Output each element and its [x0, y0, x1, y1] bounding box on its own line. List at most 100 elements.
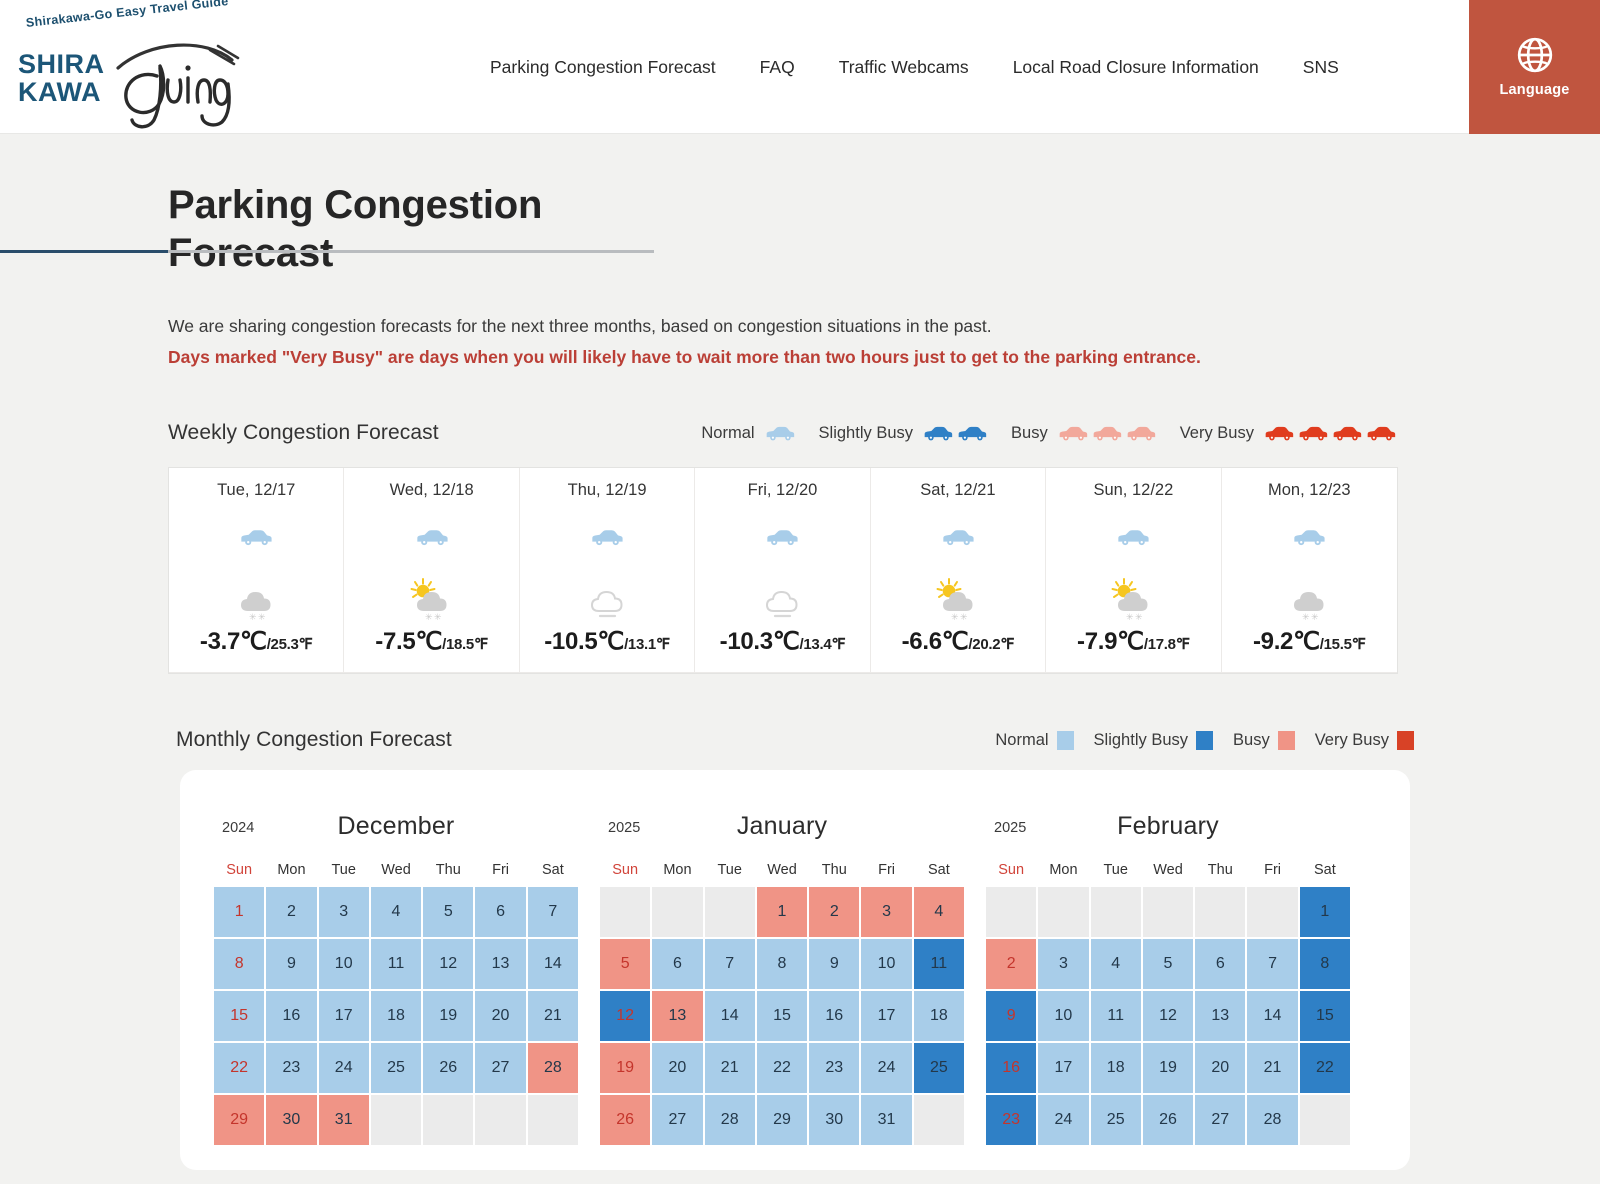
calendar-day-cell[interactable]: 18 — [1090, 1043, 1141, 1093]
calendar-day-cell[interactable]: 2 — [809, 887, 860, 937]
calendar-day-cell[interactable]: 12 — [1142, 991, 1194, 1041]
calendar-day-cell[interactable]: 1 — [1299, 887, 1350, 937]
calendar-day-cell[interactable]: 17 — [318, 991, 369, 1041]
calendar-day-cell[interactable]: 13 — [475, 939, 526, 989]
nav-item-sns[interactable]: SNS — [1281, 51, 1361, 84]
calendar-day-cell[interactable]: 1 — [214, 887, 265, 937]
calendar-day-cell[interactable]: 30 — [266, 1095, 317, 1145]
calendar-day-cell[interactable]: 9 — [266, 939, 317, 989]
calendar-day-cell[interactable]: 22 — [1299, 1043, 1350, 1093]
calendar-day-cell[interactable]: 3 — [318, 887, 369, 937]
calendar-day-cell[interactable]: 16 — [266, 991, 317, 1041]
calendar-day-cell[interactable]: 2 — [266, 887, 317, 937]
calendar-day-cell[interactable]: 5 — [600, 939, 651, 989]
calendar-day-cell[interactable]: 18 — [370, 991, 422, 1041]
nav-item-faq[interactable]: FAQ — [738, 51, 817, 84]
calendar-day-cell[interactable]: 3 — [1038, 939, 1089, 989]
calendar-day-cell[interactable]: 21 — [527, 991, 578, 1041]
calendar-day-cell[interactable]: 15 — [1299, 991, 1350, 1041]
calendar-day-cell[interactable]: 4 — [370, 887, 422, 937]
calendar-day-cell[interactable]: 14 — [704, 991, 755, 1041]
calendar-day-cell[interactable]: 27 — [475, 1043, 526, 1093]
calendar-day-cell[interactable]: 1 — [756, 887, 808, 937]
calendar-day-cell[interactable]: 13 — [1195, 991, 1246, 1041]
calendar-day-cell[interactable]: 4 — [1090, 939, 1141, 989]
weekly-day-column: Thu, 12/19 -10.5℃/13.1℉ — [519, 468, 696, 673]
calendar-day-cell[interactable]: 14 — [527, 939, 578, 989]
calendar-day-cell[interactable]: 24 — [318, 1043, 369, 1093]
calendar-day-cell[interactable]: 11 — [1090, 991, 1141, 1041]
calendar-day-cell[interactable]: 6 — [475, 887, 526, 937]
calendar-day-cell[interactable]: 26 — [423, 1043, 474, 1093]
calendar-day-cell[interactable]: 30 — [809, 1095, 860, 1145]
calendar-day-cell[interactable]: 20 — [1195, 1043, 1246, 1093]
calendar-day-cell[interactable]: 9 — [809, 939, 860, 989]
nav-item-parking-congestion-forecast[interactable]: Parking Congestion Forecast — [490, 51, 738, 84]
calendar-day-cell[interactable]: 17 — [1038, 1043, 1089, 1093]
calendar-day-cell[interactable]: 25 — [370, 1043, 422, 1093]
calendar-day-cell[interactable]: 7 — [1247, 939, 1298, 989]
calendar-day-cell[interactable]: 12 — [423, 939, 474, 989]
calendar-day-cell[interactable]: 21 — [704, 1043, 755, 1093]
calendar-day-cell[interactable]: 26 — [1142, 1095, 1194, 1145]
calendar-day-cell[interactable]: 10 — [861, 939, 912, 989]
calendar-day-cell[interactable]: 27 — [652, 1095, 703, 1145]
calendar-day-cell[interactable]: 6 — [1195, 939, 1246, 989]
calendar-day-cell[interactable]: 27 — [1195, 1095, 1246, 1145]
calendar-day-cell[interactable]: 23 — [266, 1043, 317, 1093]
calendar-day-cell[interactable]: 23 — [809, 1043, 860, 1093]
calendar-day-cell[interactable]: 18 — [913, 991, 964, 1041]
calendar-day-cell[interactable]: 26 — [600, 1095, 651, 1145]
calendar-day-cell[interactable]: 20 — [652, 1043, 703, 1093]
calendar-day-cell[interactable]: 3 — [861, 887, 912, 937]
calendar-day-cell[interactable]: 21 — [1247, 1043, 1298, 1093]
calendar-day-cell[interactable]: 7 — [704, 939, 755, 989]
calendar-day-cell[interactable]: 23 — [986, 1095, 1037, 1145]
calendar-day-cell[interactable]: 19 — [1142, 1043, 1194, 1093]
calendar-day-cell[interactable]: 15 — [214, 991, 265, 1041]
nav-item-traffic-webcams[interactable]: Traffic Webcams — [817, 51, 991, 84]
calendar-day-cell[interactable]: 29 — [756, 1095, 808, 1145]
calendar-day-cell[interactable]: 25 — [913, 1043, 964, 1093]
calendar-day-cell[interactable]: 17 — [861, 991, 912, 1041]
calendar-day-cell[interactable]: 9 — [986, 991, 1037, 1041]
calendar-day-cell[interactable]: 29 — [214, 1095, 265, 1145]
weekly-day-congestion — [1046, 513, 1220, 561]
calendar-day-cell[interactable]: 20 — [475, 991, 526, 1041]
calendar-day-cell[interactable]: 2 — [986, 939, 1037, 989]
calendar-day-cell[interactable]: 10 — [1038, 991, 1089, 1041]
calendar-day-cell[interactable]: 11 — [913, 939, 964, 989]
calendar-day-cell[interactable]: 8 — [214, 939, 265, 989]
calendar-day-cell[interactable]: 22 — [756, 1043, 808, 1093]
calendar-day-cell[interactable]: 16 — [809, 991, 860, 1041]
site-logo[interactable]: Shirakawa-Go Easy Travel Guide SHIRA KAW… — [18, 0, 248, 129]
calendar-day-cell[interactable]: 31 — [861, 1095, 912, 1145]
calendar-day-cell[interactable]: 28 — [527, 1043, 578, 1093]
calendar-day-cell[interactable]: 14 — [1247, 991, 1298, 1041]
calendar-day-cell[interactable]: 11 — [370, 939, 422, 989]
calendar-day-cell[interactable]: 8 — [1299, 939, 1350, 989]
calendar-day-cell[interactable]: 8 — [756, 939, 808, 989]
calendar-day-cell[interactable]: 25 — [1090, 1095, 1141, 1145]
calendar-day-cell[interactable]: 4 — [913, 887, 964, 937]
calendar-day-cell[interactable]: 15 — [756, 991, 808, 1041]
nav-item-local-road-closure-information[interactable]: Local Road Closure Information — [991, 51, 1281, 84]
calendar-day-cell[interactable]: 7 — [527, 887, 578, 937]
calendar-day-cell[interactable]: 31 — [318, 1095, 369, 1145]
calendar-day-cell[interactable]: 28 — [704, 1095, 755, 1145]
calendar-day-cell[interactable]: 10 — [318, 939, 369, 989]
calendar-day-cell[interactable]: 6 — [652, 939, 703, 989]
language-button[interactable]: Language — [1469, 0, 1600, 134]
calendar-day-cell[interactable]: 5 — [423, 887, 474, 937]
calendar-day-cell[interactable]: 19 — [600, 1043, 651, 1093]
calendar-day-cell[interactable]: 24 — [1038, 1095, 1089, 1145]
calendar-day-cell[interactable]: 16 — [986, 1043, 1037, 1093]
calendar-day-cell[interactable]: 12 — [600, 991, 651, 1041]
calendar-day-cell[interactable]: 13 — [652, 991, 703, 1041]
calendar-day-cell[interactable]: 24 — [861, 1043, 912, 1093]
calendar-day-cell[interactable]: 22 — [214, 1043, 265, 1093]
calendar-day-cell[interactable]: 5 — [1142, 939, 1194, 989]
calendar-day-cell[interactable]: 19 — [423, 991, 474, 1041]
calendar-day-cell[interactable]: 28 — [1247, 1095, 1298, 1145]
calendar-dow-header: Sun — [612, 862, 639, 878]
